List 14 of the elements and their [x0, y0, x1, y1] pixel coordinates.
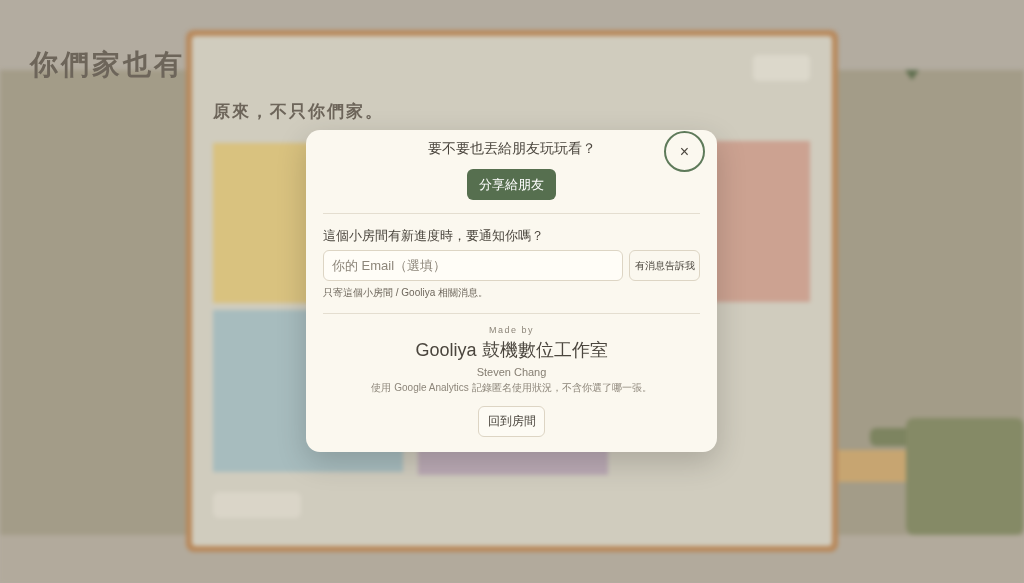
share-button[interactable]: 分享給朋友	[467, 169, 556, 200]
share-title: 要不要也丟給朋友玩玩看？	[427, 139, 596, 157]
page-heading: 你們家也有	[30, 48, 185, 82]
notify-button[interactable]: 有消息告訴我	[629, 250, 700, 281]
author-name: Steven Chang	[476, 366, 547, 378]
section-title: 原來，不只你們家。	[213, 101, 384, 123]
analytics-note: 使用 Google Analytics 記錄匿名使用狀況，不含你選了哪一張。	[371, 381, 652, 395]
email-field[interactable]: 你的 Email（選填）	[323, 250, 623, 281]
studio-name: Gooliya 鼓機數位工作室	[415, 339, 608, 362]
notify-note: 只寄這個小房間 / Gooliya 相關消息。	[323, 286, 490, 300]
notify-question: 這個小房間有新進度時，要通知你嗎？	[323, 228, 545, 245]
made-by-label: Made by	[489, 325, 534, 335]
back-to-room-button[interactable]: 回到房間	[478, 406, 545, 437]
close-button[interactable]: ×	[664, 131, 705, 172]
